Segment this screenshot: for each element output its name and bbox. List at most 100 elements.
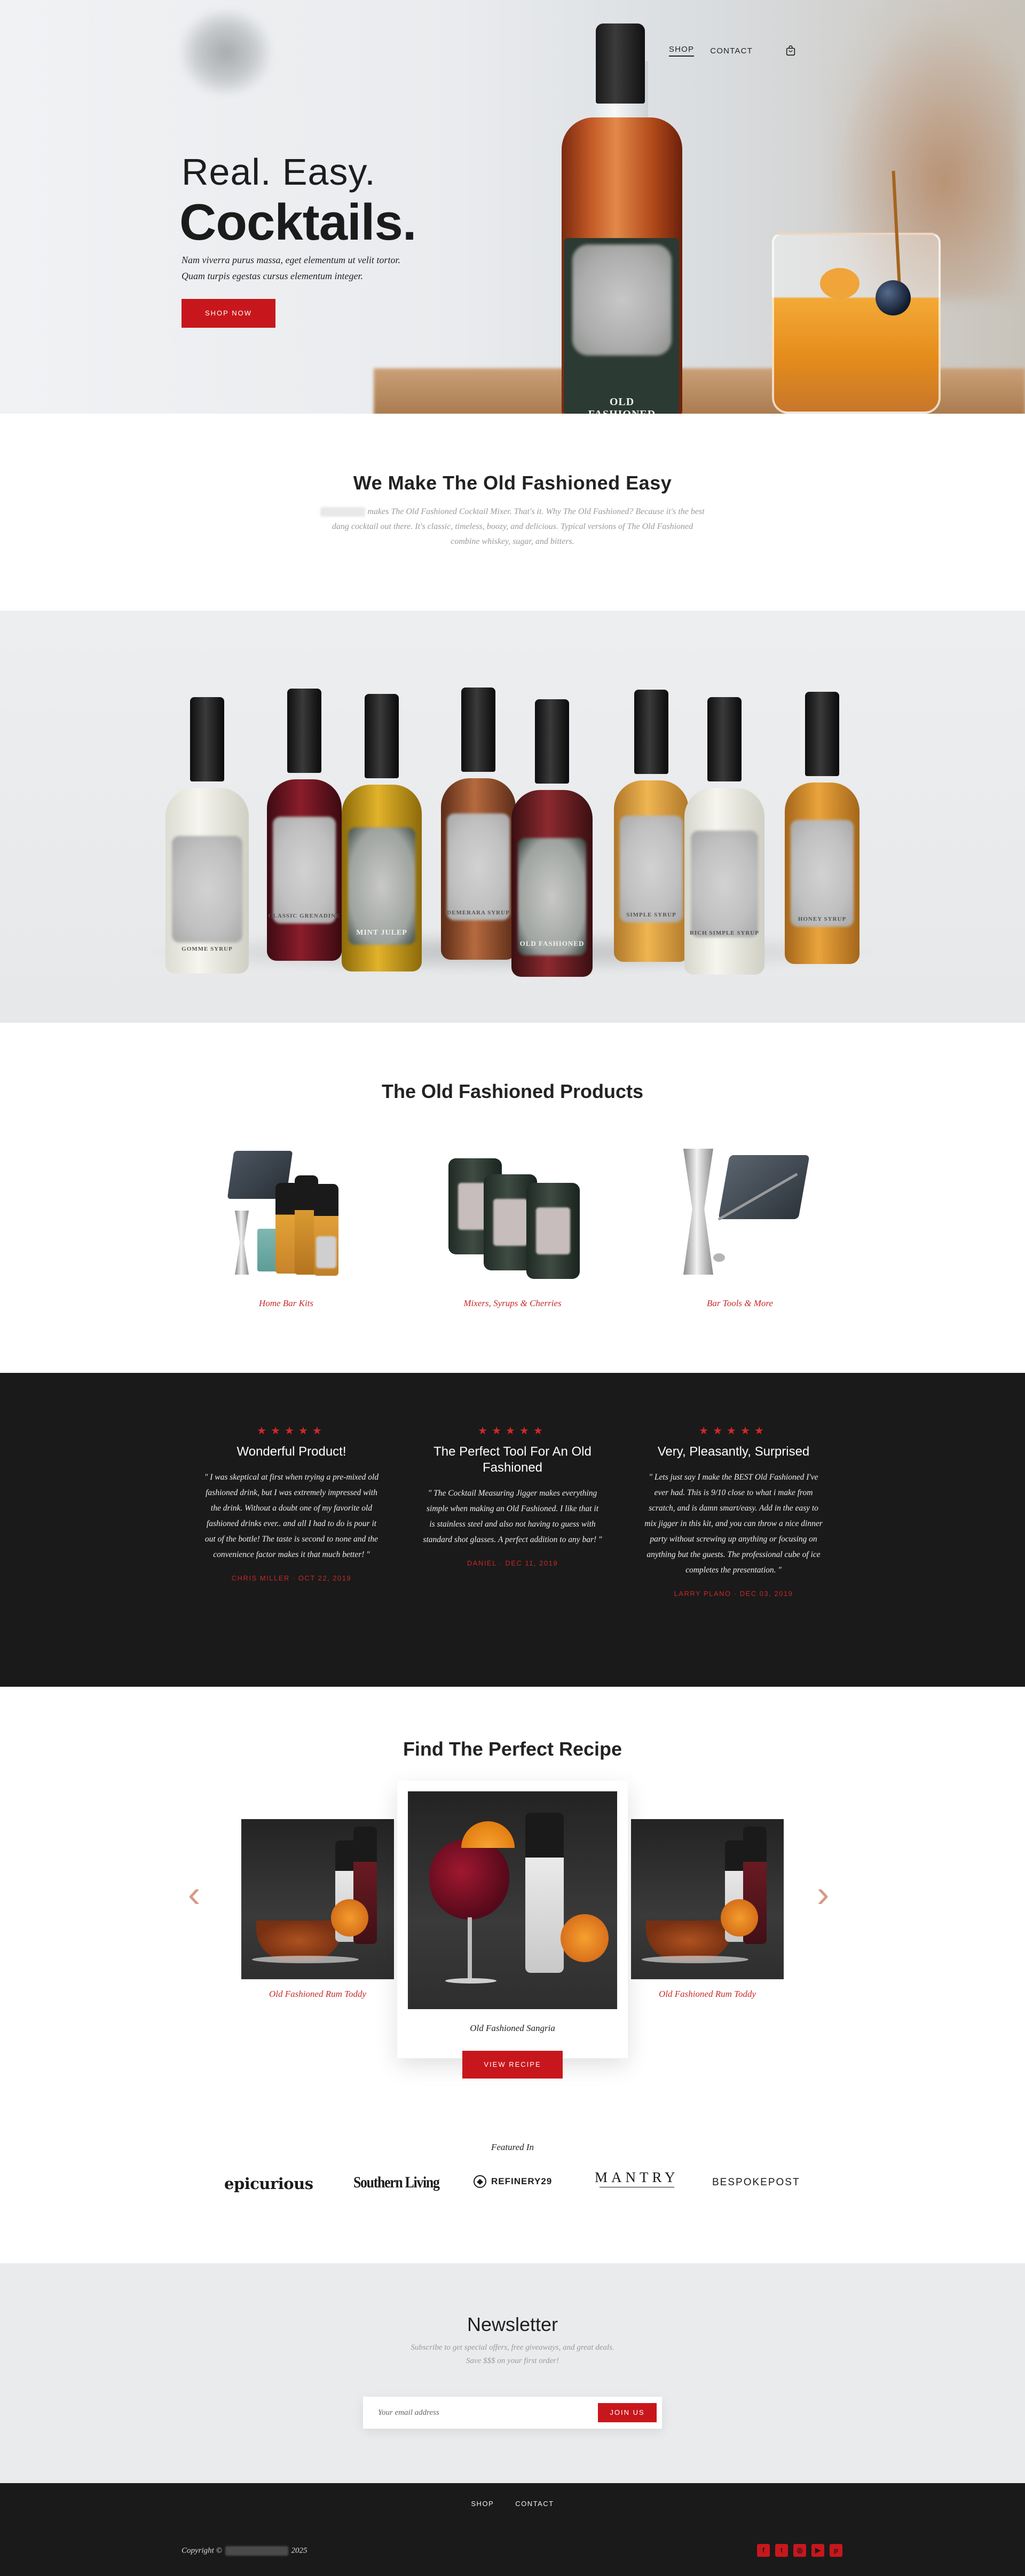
footer-shop-link[interactable]: SHOP <box>471 2500 494 2508</box>
mantry-logo-text: MANTRY <box>595 2169 679 2185</box>
intro-text-line-3: combine whiskey, sugar, and bitters. <box>451 537 574 546</box>
showcase-bottle-rich-simple: RICH SIMPLE SYRUP <box>684 697 764 975</box>
view-recipe-button[interactable]: VIEW RECIPE <box>462 2051 563 2079</box>
recipes-title: Find The Perfect Recipe <box>403 1738 622 1760</box>
showcase-bottle-simple: SIMPLE SYRUP <box>614 690 689 962</box>
copyright: Copyright © 2025 <box>182 2546 307 2556</box>
intro-text: makes The Old Fashioned Cocktail Mixer. … <box>304 504 721 549</box>
email-input[interactable] <box>363 2397 587 2429</box>
testimonial-author: CHRIS MILLER · OCT 22, 2019 <box>231 1574 352 1582</box>
site-footer <box>0 2483 1025 2576</box>
showcase-bottle-mint-julep: MINT JULEP <box>342 694 422 971</box>
southern-living-logo: Southern Living <box>353 2174 440 2191</box>
bespokepost-logo: BESPOKEPOST <box>712 2177 800 2188</box>
nav-contact-link[interactable]: CONTACT <box>710 46 753 56</box>
recipe-photo-rum-toddy[interactable] <box>631 1819 784 1979</box>
footer-nav: SHOP CONTACT <box>0 2499 1025 2509</box>
testimonial-author: LARRY PLANO · DEC 03, 2019 <box>674 1590 793 1598</box>
rating-stars-icon: ★★★★★ <box>478 1425 547 1437</box>
bottle-label-text: GOMME SYRUP <box>182 946 233 952</box>
newsletter-section <box>0 2263 1025 2483</box>
bottle-label-text: HONEY SYRUP <box>798 916 847 922</box>
showcase-bottle-grenadine: CLASSIC GRENADINE <box>267 689 342 961</box>
testimonial-title: The Perfect Tool For An Old Fashioned <box>433 1444 592 1475</box>
product-card-bar-tools[interactable] <box>660 1143 820 1282</box>
mantry-logo: MANTRY <box>595 2169 679 2188</box>
join-us-button[interactable]: JOIN US <box>598 2403 657 2422</box>
hero-title-light: Real. Easy. <box>182 151 376 193</box>
refinery29-logo-text: REFINERY29 <box>491 2176 553 2186</box>
testimonial-card: ★★★★★ The Perfect Tool For An Old Fashio… <box>423 1424 602 1567</box>
products-title: The Old Fashioned Products <box>381 1080 644 1102</box>
bottle-label-text: OLD FASHIONED <box>519 939 585 947</box>
refinery29-mark-icon <box>474 2175 486 2188</box>
redacted-company-name <box>225 2546 288 2556</box>
testimonial-author: DANIEL · DEC 11, 2019 <box>467 1559 558 1567</box>
copyright-prefix: Copyright © <box>182 2546 222 2555</box>
site-logo[interactable] <box>180 10 271 95</box>
newsletter-subtitle: Subscribe to get special offers, free gi… <box>0 2341 1025 2368</box>
copyright-year: 2025 <box>291 2546 308 2555</box>
newsletter-subtitle-line-1: Subscribe to get special offers, free gi… <box>411 2343 614 2352</box>
product-link-bar-tools[interactable]: Bar Tools & More <box>660 1298 820 1309</box>
shopping-bag-icon[interactable] <box>785 45 797 57</box>
twitter-icon[interactable]: t <box>775 2544 788 2557</box>
bottle-label-text: CLASSIC GRENADINE <box>268 913 341 919</box>
product-card-home-bar-kits[interactable] <box>206 1143 366 1282</box>
showcase-bottle-old-fashioned: OLD FASHIONED <box>511 699 593 977</box>
hero-subtitle-line-2: Quam turpis egestas cursus elementum int… <box>182 271 363 281</box>
chevron-right-icon[interactable]: › <box>817 1872 829 1915</box>
intro-text-line-1: makes The Old Fashioned Cocktail Mixer. … <box>367 507 705 516</box>
product-card-mixers-syrups-cherries[interactable] <box>432 1143 593 1282</box>
main-nav: SHOP CONTACT <box>668 45 797 57</box>
recipe-card-title[interactable]: Old Fashioned Rum Toddy <box>241 1989 394 2000</box>
rating-stars-icon: ★★★★★ <box>699 1425 768 1437</box>
bar-tools-image[interactable] <box>671 1143 810 1282</box>
testimonial-card: ★★★★★ Very, Pleasantly, Surprised " Lets… <box>644 1424 823 1598</box>
recipe-card-title[interactable]: Old Fashioned Sangria <box>408 2023 617 2034</box>
refinery29-logo: REFINERY29 <box>473 2175 552 2188</box>
featured-in-title: Featured In <box>491 2142 534 2152</box>
showcase-bottle-gomme: GOMME SYRUP <box>165 697 249 974</box>
youtube-icon[interactable]: ▶ <box>811 2544 824 2557</box>
product-link-home-bar-kits[interactable]: Home Bar Kits <box>206 1298 366 1309</box>
rating-stars-icon: ★★★★★ <box>257 1425 326 1437</box>
chevron-left-icon[interactable]: ‹ <box>188 1872 200 1915</box>
testimonial-quote: " Lets just say I make the BEST Old Fash… <box>644 1473 823 1575</box>
hero-subtitle-line-1: Nam viverra purus massa, eget elementum … <box>182 255 400 265</box>
bottle-label-text: SIMPLE SYRUP <box>626 912 676 918</box>
recipe-photo-sangria[interactable] <box>408 1791 617 2009</box>
pinterest-icon[interactable]: p <box>830 2544 842 2557</box>
bottle-label-text: RICH SIMPLE SYRUP <box>689 930 760 936</box>
epicurious-logo: epicurious <box>224 2175 313 2193</box>
nav-shop-link[interactable]: SHOP <box>668 45 695 57</box>
product-link-mixers[interactable]: Mixers, Syrups & Cherries <box>432 1298 593 1309</box>
facebook-icon[interactable]: f <box>757 2544 770 2557</box>
intro-text-line-2: dang cocktail out there. It's classic, t… <box>332 522 693 531</box>
showcase-bottle-honey: HONEY SYRUP <box>785 692 860 964</box>
home-bar-kit-image[interactable] <box>217 1143 356 1282</box>
testimonial-title: Very, Pleasantly, Surprised <box>657 1444 810 1459</box>
shop-now-button[interactable]: SHOP NOW <box>182 299 275 328</box>
instagram-icon[interactable]: ◎ <box>793 2544 806 2557</box>
testimonial-card: ★★★★★ Wonderful Product! " I was skeptic… <box>202 1424 381 1582</box>
showcase-bottle-demerara: DEMERARA SYRUP <box>441 688 516 960</box>
mixers-jars-image[interactable] <box>443 1143 582 1282</box>
hero-section: SHOP CONTACT Real. Easy. Cocktails. Nam … <box>0 0 1025 414</box>
testimonial-title: Wonderful Product! <box>236 1444 346 1459</box>
footer-contact-link[interactable]: CONTACT <box>515 2500 554 2508</box>
hero-subtitle: Nam viverra purus massa, eget elementum … <box>182 252 459 284</box>
newsletter-form: JOIN US <box>363 2397 662 2429</box>
newsletter-title: Newsletter <box>467 2313 558 2335</box>
testimonial-quote: " The Cocktail Measuring Jigger makes ev… <box>423 1489 602 1544</box>
hero-bottle-label: OLD FASHIONED <box>588 396 655 414</box>
recipe-card-title[interactable]: Old Fashioned Rum Toddy <box>631 1989 784 2000</box>
newsletter-subtitle-line-2: Save $$$ on your first order! <box>466 2357 559 2365</box>
redacted-brand-name <box>320 507 366 517</box>
recipe-photo-rum-toddy[interactable] <box>241 1819 394 1979</box>
press-logos: epicurious Southern Living REFINERY29 MA… <box>224 2169 811 2201</box>
testimonial-quote: " I was skeptical at first when trying a… <box>204 1473 379 1559</box>
intro-title: We Make The Old Fashioned Easy <box>353 472 672 494</box>
hero-title-bold: Cocktails. <box>179 194 417 251</box>
bottle-label-text: DEMERARA SYRUP <box>447 910 510 916</box>
